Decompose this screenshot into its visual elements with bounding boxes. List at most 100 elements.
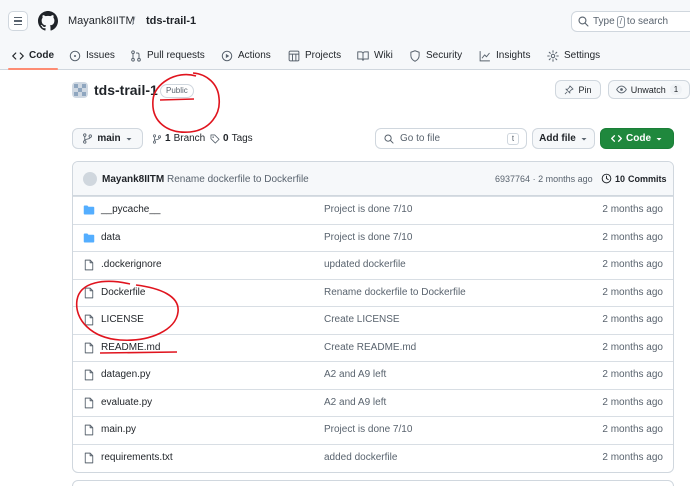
tab-label: Wiki [374,50,393,61]
menu-icon-line [14,17,22,19]
search-placeholder: Type / to search [593,16,668,28]
file-commit-message[interactable]: A2 and A9 left [324,369,386,380]
file-commit-message[interactable]: Create LICENSE [324,314,400,325]
branch-selector[interactable]: main [72,128,143,149]
branches-label: Branch [173,133,206,144]
file-row[interactable]: .dockerignore updated dockerfile 2 months … [73,251,673,278]
file-name[interactable]: .dockerignore [101,259,162,270]
breadcrumb-repo[interactable]: tds-trail-1 [146,15,196,27]
tab-projects[interactable]: Projects [288,42,341,69]
file-row[interactable]: requirements.txt added dockerfile 2 months… [73,443,673,471]
file-age: 2 months ago [602,396,663,408]
file-name[interactable]: datagen.py [101,369,151,380]
file-age: 2 months ago [602,451,663,463]
pin-button[interactable]: Pin [555,80,601,99]
file-name[interactable]: Dockerfile [101,287,145,298]
file-icon [84,342,94,353]
tab-label: Code [29,50,54,61]
file-age: 2 months ago [602,204,663,215]
tab-wiki[interactable]: Wiki [357,42,393,69]
file-age: 2 months ago [602,341,663,353]
file-commit-message[interactable]: Project is done 7/10 [324,232,412,243]
branch-icon [83,133,93,144]
file-browser: Mayank8IITM Rename dockerfile to Dockerf… [72,161,674,473]
search-placeholder-suffix: to search [626,16,669,27]
folder-icon [83,233,95,242]
file-commit-message[interactable]: Project is done 7/10 [324,204,412,215]
repo-avatar-icon [72,82,88,98]
branches-link[interactable]: 1 Branch [152,133,205,144]
tags-link[interactable]: 0 Tags [210,133,253,144]
tab-code[interactable]: Code [12,42,54,69]
commit-author[interactable]: Mayank8IITM [102,174,164,185]
commits-history-link[interactable]: 10 Commits [601,173,667,184]
search-shortcut-key: / [616,16,625,28]
tab-settings[interactable]: Settings [547,42,600,69]
file-name[interactable]: README.md [101,342,160,353]
tab-label: Actions [238,50,271,61]
global-search-input[interactable]: Type / to search [571,11,690,32]
commit-message[interactable]: Rename dockerfile to Dockerfile [167,174,309,185]
file-name[interactable]: evaluate.py [101,397,152,408]
file-commit-message[interactable]: Create README.md [324,342,416,353]
file-age: 2 months ago [602,314,663,325]
file-row[interactable]: Dockerfile Rename dockerfile to Dockerfil… [73,278,673,306]
unwatch-button[interactable]: Unwatch 1 [608,80,690,99]
global-header: Mayank8IITM / tds-trail-1 Type / to search [0,0,690,42]
chevron-down-icon [656,137,662,140]
tab-label: Pull requests [147,50,205,61]
file-row[interactable]: evaluate.py A2 and A9 left 2 months ago [73,388,673,416]
tab-issues[interactable]: Issues [69,42,115,69]
file-commit-message[interactable]: Rename dockerfile to Dockerfile [324,287,466,298]
commit-hash[interactable]: 6937764 [495,174,530,184]
file-name[interactable]: data [101,232,120,243]
play-icon [221,50,233,61]
file-row[interactable]: datagen.py A2 and A9 left 2 months ago [73,361,673,388]
file-icon [84,259,94,271]
add-file-label: Add file [539,133,576,144]
go-to-file-shortcut-key: t [507,133,519,145]
search-placeholder-prefix: Type [593,16,615,27]
tab-actions[interactable]: Actions [221,42,271,69]
file-row[interactable]: README.md Create README.md 2 months ago [73,333,673,361]
tab-pull-requests[interactable]: Pull requests [130,42,205,69]
code-button[interactable]: Code [600,128,674,149]
visibility-badge: Public [160,84,194,98]
file-commit-message[interactable]: updated dockerfile [324,259,406,270]
tab-security[interactable]: Security [409,42,462,69]
tab-insights[interactable]: Insights [479,42,530,69]
menu-button[interactable] [8,11,28,31]
commits-label: Commits [628,173,667,184]
shield-icon [410,49,420,62]
file-name[interactable]: requirements.txt [101,452,173,463]
menu-icon-line [14,20,22,22]
tab-label: Security [426,50,463,61]
file-name[interactable]: LICENSE [101,314,144,325]
annotation-circle-public [152,72,220,133]
menu-icon-line [14,23,22,25]
commit-meta: 6937764 · 2 months ago [495,174,593,184]
annotation-underline-public [159,98,195,101]
avatar[interactable] [83,172,97,186]
tab-label: Issues [86,50,115,61]
tags-count: 0 [223,133,229,144]
github-logo-icon[interactable] [38,11,58,31]
file-row[interactable]: main.py Project is done 7/10 2 months ago [73,416,673,443]
commit-age: 2 months ago [538,174,593,184]
file-name[interactable]: main.py [101,424,136,435]
file-row[interactable]: __pycache__ Project is done 7/10 2 months … [73,196,673,223]
repo-title[interactable]: tds-trail-1 [94,82,158,98]
code-icon [611,135,622,142]
file-name[interactable]: __pycache__ [101,204,161,215]
file-commit-message[interactable]: added dockerfile [324,452,397,463]
search-icon [578,16,589,27]
readme-panel [72,480,674,486]
tab-label: Insights [496,50,531,61]
file-commit-message[interactable]: Project is done 7/10 [324,424,412,435]
add-file-button[interactable]: Add file [532,128,595,149]
file-commit-message[interactable]: A2 and A9 left [324,397,386,408]
file-row[interactable]: data Project is done 7/10 2 months ago [73,223,673,251]
file-row[interactable]: LICENSE Create LICENSE 2 months ago [73,306,673,333]
go-to-file-input[interactable]: Go to file t [375,128,527,149]
breadcrumb-owner[interactable]: Mayank8IITM [68,15,135,27]
